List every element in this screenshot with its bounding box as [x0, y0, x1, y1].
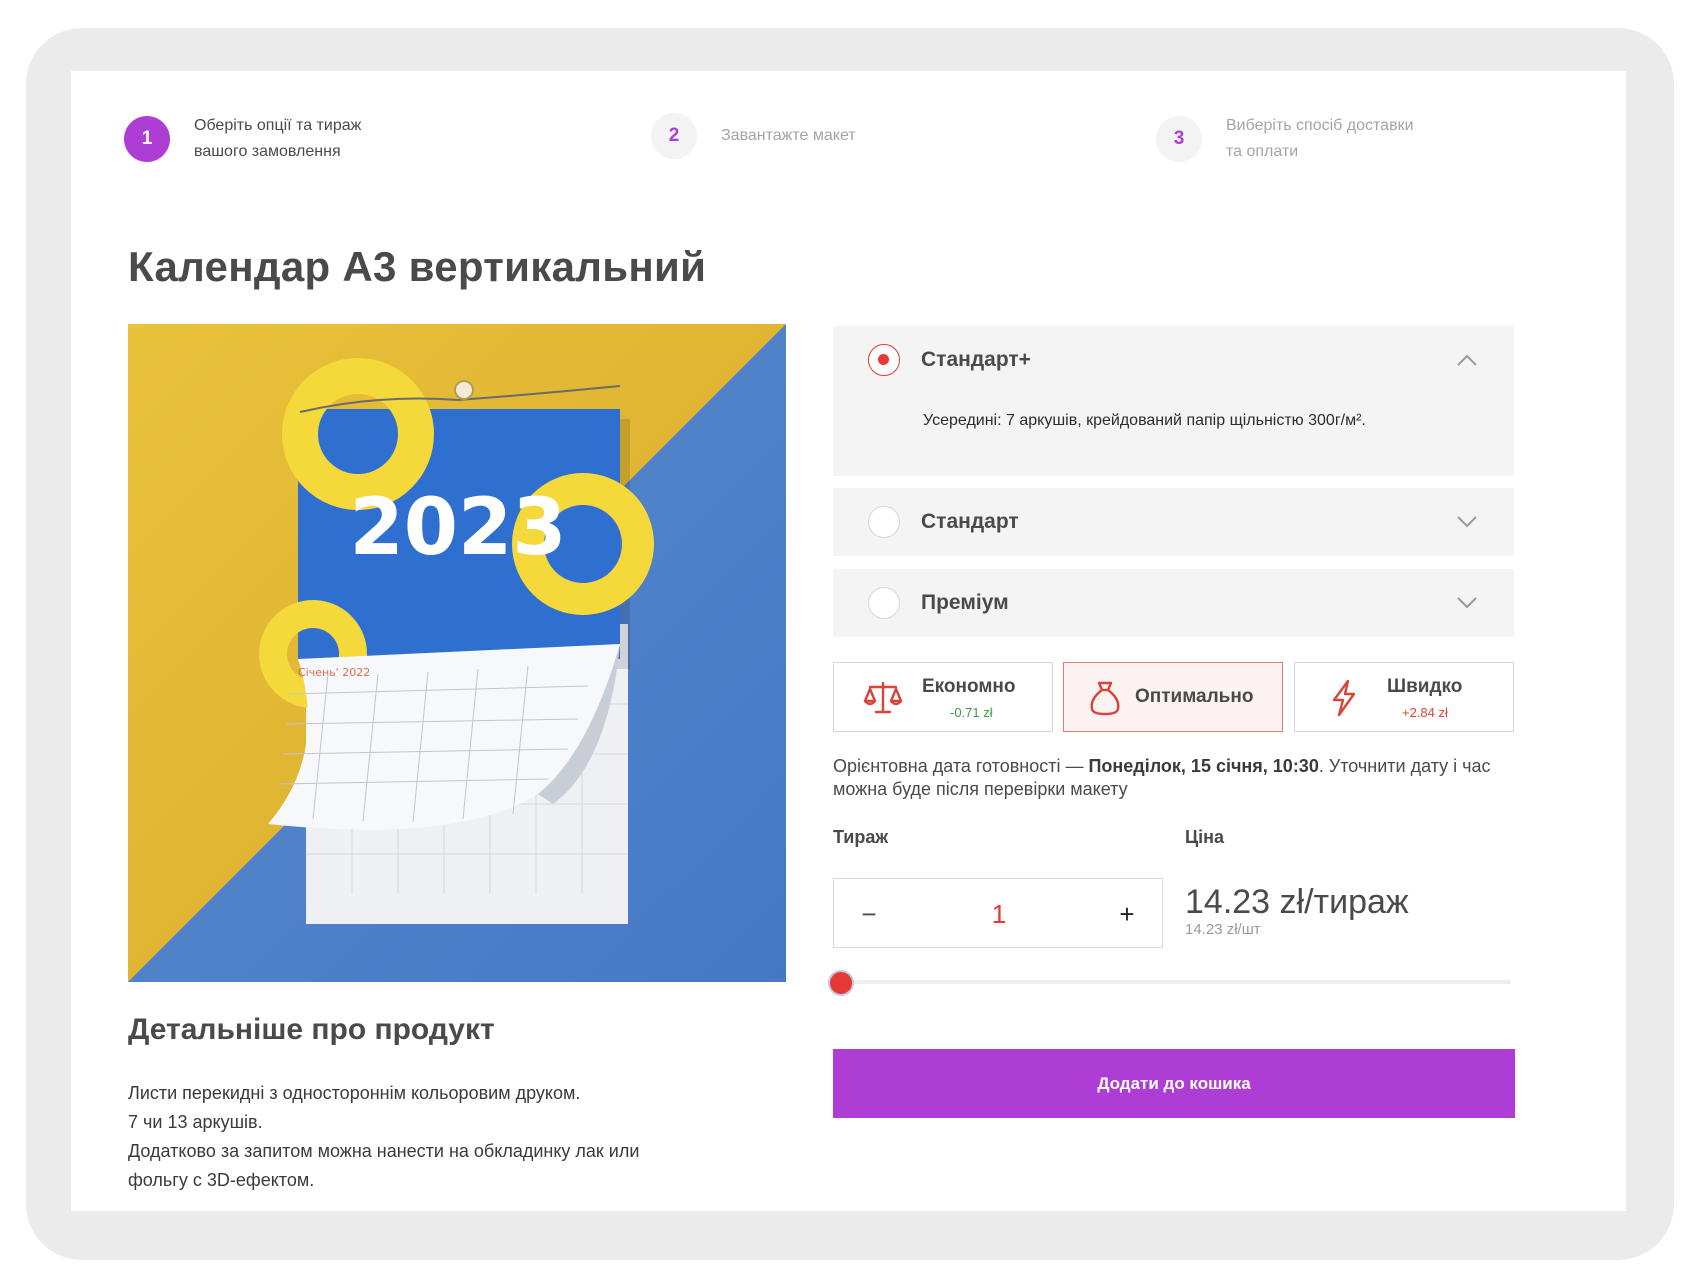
option-standard-plus[interactable]: Стандарт+ Усередині: 7 аркушів, крейдова…: [833, 326, 1514, 476]
speed-optimal-button[interactable]: Оптимально: [1063, 662, 1283, 732]
step-3: 3 Виберіть спосіб доставки та оплати: [1156, 113, 1446, 165]
radio-button-checked[interactable]: [868, 344, 900, 376]
add-to-cart-button[interactable]: Додати до кошика: [833, 1049, 1515, 1118]
option-label: Стандарт+: [921, 348, 1031, 371]
option-premium[interactable]: Преміум: [833, 569, 1514, 637]
step-1-line2: вашого замовлення: [194, 143, 341, 160]
option-standard[interactable]: Стандарт: [833, 488, 1514, 556]
step-1-number: 1: [124, 116, 170, 162]
step-1-line1: Оберіть опції та тираж: [194, 117, 362, 134]
step-3-text: Виберіть спосіб доставки та оплати: [1226, 113, 1446, 165]
page-month: Січень' 2022: [298, 666, 370, 679]
speed-name: Швидко: [1387, 676, 1463, 697]
option-description: Усередині: 7 аркушів, крейдований папір …: [923, 412, 1366, 429]
chevron-down-icon[interactable]: [1456, 515, 1478, 529]
price-total: 14.23 zł/тираж: [1185, 883, 1409, 921]
ready-date-text: Орієнтовна дата готовності — Понеділок, …: [833, 755, 1493, 801]
money-bag-icon: [1090, 681, 1120, 716]
speed-fast-button[interactable]: Швидко +2.84 zł: [1294, 662, 1514, 732]
radio-button[interactable]: [868, 506, 900, 538]
details-line: 7 чи 13 аркушів.: [128, 1112, 263, 1132]
lightning-icon: [1332, 679, 1356, 717]
step-2-text: Завантажте макет: [721, 123, 941, 149]
step-3-number: 3: [1156, 116, 1202, 162]
step-2: 2 Завантажте макет: [651, 113, 941, 159]
quantity-stepper: − +: [833, 878, 1163, 948]
details-line: Додатково за запитом можна нанести на об…: [128, 1141, 640, 1161]
details-text: Листи перекидні з одностороннім кольоров…: [128, 1079, 788, 1195]
price-label: Ціна: [1185, 827, 1225, 847]
option-header[interactable]: Стандарт+: [833, 326, 1514, 394]
step-2-line1: Завантажте макет: [721, 127, 856, 144]
option-header[interactable]: Преміум: [833, 569, 1514, 637]
speed-price: -0.71 zł: [950, 705, 993, 720]
speed-price: +2.84 zł: [1402, 705, 1448, 720]
ready-prefix: Орієнтовна дата готовності —: [833, 756, 1089, 776]
step-1: 1 Оберіть опції та тираж вашого замовлен…: [124, 113, 414, 165]
option-label: Преміум: [921, 591, 1009, 614]
speed-name: Економно: [922, 676, 1016, 697]
speed-name: Оптимально: [1135, 686, 1254, 707]
quantity-decrease-button[interactable]: −: [852, 879, 886, 949]
quantity-increase-button[interactable]: +: [1110, 879, 1144, 949]
step-2-number: 2: [651, 113, 697, 159]
quantity-label: Тираж: [833, 827, 889, 847]
calendar-illustration: 2023 Січень' 2022: [128, 324, 786, 982]
order-page: 1 Оберіть опції та тираж вашого замовлен…: [71, 71, 1626, 1211]
ready-date: Понеділок, 15 січня, 10:30: [1088, 756, 1319, 776]
step-1-text: Оберіть опції та тираж вашого замовлення: [194, 113, 414, 165]
option-header[interactable]: Стандарт: [833, 488, 1514, 556]
chevron-up-icon[interactable]: [1456, 353, 1478, 367]
radio-button[interactable]: [868, 587, 900, 619]
scales-icon: [863, 681, 903, 714]
chevron-down-icon[interactable]: [1456, 596, 1478, 610]
product-title: Календар А3 вертикальний: [128, 243, 707, 290]
option-label: Стандарт: [921, 510, 1019, 533]
quantity-slider-thumb[interactable]: [828, 970, 854, 996]
details-line: Листи перекидні з одностороннім кольоров…: [128, 1083, 581, 1103]
price-per-unit: 14.23 zł/шт: [1185, 921, 1261, 938]
details-line: фольгу с 3D-ефектом.: [128, 1170, 315, 1190]
details-title: Детальніше про продукт: [128, 1013, 495, 1046]
cover-year: 2023: [349, 483, 566, 573]
step-3-line1: Виберіть спосіб доставки: [1226, 117, 1414, 134]
speed-economy-button[interactable]: Економно -0.71 zł: [833, 662, 1053, 732]
quantity-slider-track[interactable]: [841, 980, 1511, 984]
quantity-input[interactable]: [894, 894, 1104, 934]
product-image: 2023 Січень' 2022: [128, 324, 786, 982]
step-3-line2: та оплати: [1226, 143, 1299, 160]
